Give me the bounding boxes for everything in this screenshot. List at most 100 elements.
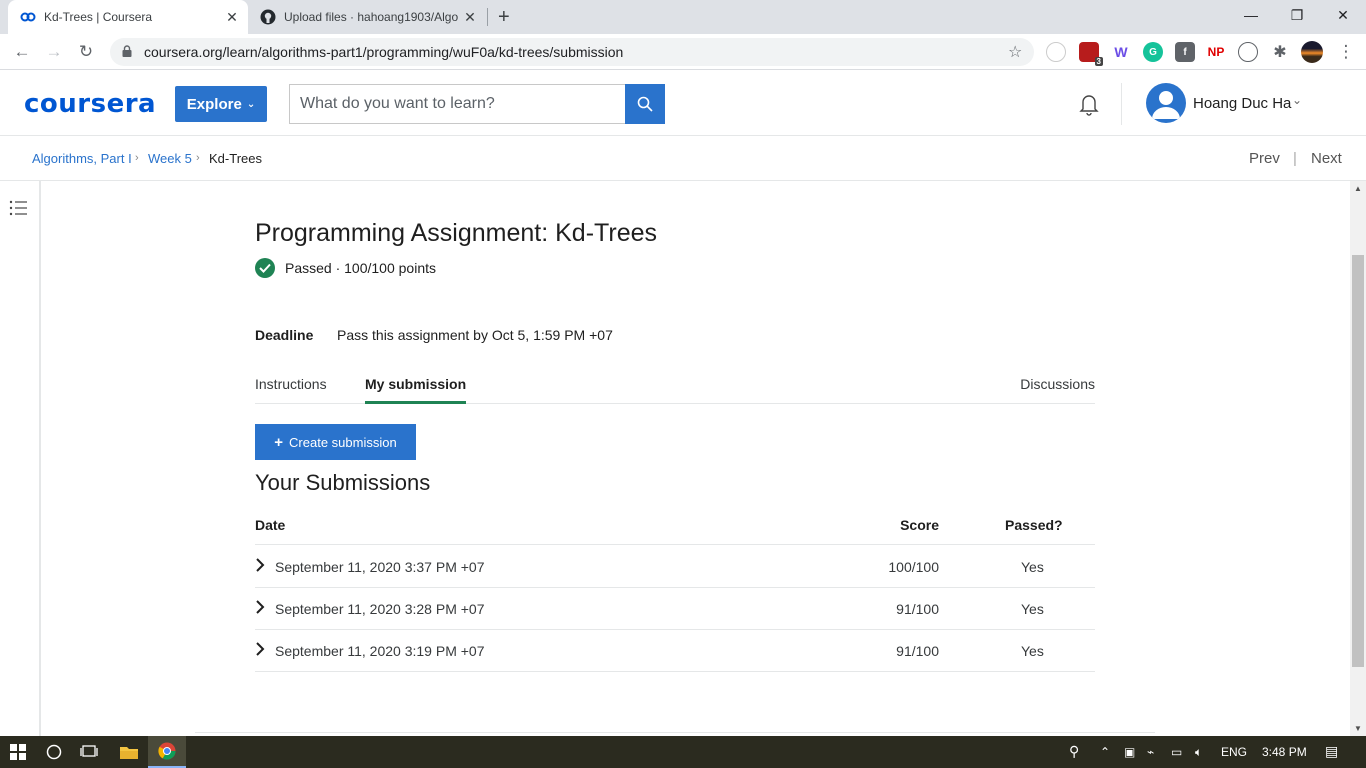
header-divider	[1121, 83, 1122, 125]
profile-avatar-icon[interactable]	[1301, 41, 1323, 63]
explore-button[interactable]: Explore ⌄	[175, 86, 267, 122]
back-arrow-icon[interactable]: ←	[10, 40, 34, 64]
lock-icon	[122, 44, 136, 60]
table-row[interactable]: September 11, 2020 3:37 PM +07 100/100 Y…	[255, 546, 1095, 588]
forward-arrow-icon[interactable]: →	[42, 40, 66, 64]
chrome-taskbar-icon[interactable]	[148, 736, 186, 768]
prevnext-divider: |	[1293, 150, 1297, 167]
windows-start-icon[interactable]	[0, 736, 36, 768]
antivirus-icon[interactable]: ▣	[1124, 745, 1135, 759]
file-explorer-icon[interactable]	[110, 736, 148, 768]
scroll-up-arrow-icon[interactable]: ▲	[1350, 184, 1366, 193]
maximize-button[interactable]: ❐	[1274, 0, 1320, 30]
bookmark-star-icon[interactable]: ☆	[1008, 42, 1034, 62]
deadline-label: Deadline	[255, 327, 314, 343]
status-line: Passed · 100/100 points	[255, 258, 436, 278]
table-row[interactable]: September 11, 2020 3:19 PM +07 91/100 Ye…	[255, 630, 1095, 672]
column-score: Score	[900, 517, 939, 533]
deadline-text: Pass this assignment by Oct 5, 1:59 PM +…	[337, 327, 613, 343]
facebook-icon[interactable]: f	[1175, 42, 1195, 62]
github-icon	[260, 9, 276, 25]
scrollbar-thumb[interactable]	[1352, 255, 1364, 667]
scroll-down-arrow-icon[interactable]: ▼	[1350, 724, 1366, 733]
tab-my-submission[interactable]: My submission	[365, 376, 467, 404]
dev-extension-icon[interactable]	[1238, 42, 1258, 62]
explore-label: Explore	[186, 95, 242, 113]
submission-date: September 11, 2020 3:19 PM +07	[275, 643, 485, 659]
submission-score: 91/100	[896, 643, 939, 659]
close-tab-icon[interactable]: ✕	[460, 9, 480, 26]
left-rail	[0, 181, 41, 736]
tab-instructions[interactable]: Instructions	[255, 376, 327, 392]
reload-icon[interactable]: ↻	[74, 40, 98, 64]
people-icon[interactable]: ⚲	[1069, 743, 1079, 760]
avatar[interactable]	[1146, 83, 1186, 123]
extension-badge-count: 3	[1094, 57, 1103, 66]
clock[interactable]: 3:48 PM	[1262, 745, 1307, 759]
coursera-icon	[20, 9, 36, 25]
puzzle-icon[interactable]: ✱	[1270, 42, 1290, 62]
search-circle-icon[interactable]	[38, 736, 70, 768]
search-input[interactable]: What do you want to learn?	[289, 84, 625, 124]
w-extension-icon[interactable]: W	[1111, 42, 1131, 62]
more-menu-icon[interactable]: ⋮	[1334, 40, 1358, 64]
new-tab-button[interactable]: +	[498, 6, 510, 29]
extension-badge-icon[interactable]: 3	[1079, 42, 1103, 66]
next-link[interactable]: Next	[1311, 150, 1342, 167]
status-text: Passed · 100/100 points	[285, 260, 436, 276]
breadcrumb-course[interactable]: Algorithms, Part I	[32, 151, 132, 166]
task-view-icon[interactable]	[72, 736, 106, 768]
submission-score: 91/100	[896, 601, 939, 617]
tab-divider	[487, 8, 488, 26]
content-divider	[195, 732, 1155, 733]
chevron-down-icon[interactable]: ⌄	[1292, 93, 1302, 107]
chevron-right-icon[interactable]	[255, 600, 265, 614]
tab-title: Upload files · hahoang1903/Algo	[284, 10, 459, 24]
url-text: coursera.org/learn/algorithms-part1/prog…	[144, 44, 624, 60]
close-tab-icon[interactable]: ✕	[222, 9, 242, 26]
chevron-right-icon[interactable]	[255, 642, 265, 656]
extension-circle-icon[interactable]	[1046, 42, 1066, 62]
volume-icon[interactable]: 🔈︎	[1195, 745, 1202, 760]
create-submission-button[interactable]: + Create submission	[255, 424, 416, 460]
browser-tab-coursera[interactable]: Kd-Trees | Coursera ✕	[8, 0, 248, 34]
browser-toolbar: ← → ↻ coursera.org/learn/algorithms-part…	[0, 34, 1366, 70]
search-button[interactable]	[625, 84, 665, 124]
breadcrumb-current: Kd-Trees	[209, 151, 262, 166]
minimize-button[interactable]: —	[1228, 0, 1274, 30]
table-row[interactable]: September 11, 2020 3:28 PM +07 91/100 Ye…	[255, 588, 1095, 630]
network-icon[interactable]: ▭	[1171, 745, 1182, 759]
address-bar[interactable]: coursera.org/learn/algorithms-part1/prog…	[110, 38, 1034, 66]
submission-passed: Yes	[1021, 643, 1044, 659]
tab-title: Kd-Trees | Coursera	[44, 10, 153, 24]
language-indicator[interactable]: ENG	[1221, 745, 1247, 759]
breadcrumb-week[interactable]: Week 5	[148, 151, 192, 166]
chevron-down-icon: ⌄	[246, 98, 256, 110]
submission-score: 100/100	[888, 559, 939, 575]
breadcrumb: Algorithms, Part I › Week 5 › Kd-Trees P…	[0, 136, 1366, 181]
check-circle-icon	[255, 258, 275, 278]
create-submission-label: Create submission	[289, 434, 397, 450]
coursera-logo[interactable]: coursera	[24, 89, 156, 119]
user-name[interactable]: Hoang Duc Ha	[1193, 95, 1291, 112]
browser-tab-strip: Kd-Trees | Coursera ✕ Upload files · hah…	[0, 0, 1366, 34]
prev-link[interactable]: Prev	[1249, 150, 1280, 167]
outline-menu-icon[interactable]	[9, 200, 27, 221]
np-icon[interactable]: NP	[1206, 42, 1226, 62]
plus-icon: +	[274, 433, 284, 451]
submission-date: September 11, 2020 3:28 PM +07	[275, 601, 485, 617]
power-icon[interactable]: ⌁	[1147, 745, 1154, 759]
submission-passed: Yes	[1021, 601, 1044, 617]
notifications-bell-icon[interactable]	[1076, 91, 1102, 117]
close-window-button[interactable]: ✕	[1320, 0, 1366, 30]
notification-center-icon[interactable]: ▤	[1325, 743, 1338, 760]
browser-tab-github[interactable]: Upload files · hahoang1903/Algo ✕	[250, 0, 486, 34]
assignment-tabs: Instructions My submission Discussions	[255, 371, 1095, 404]
submissions-table-header: Date Score Passed?	[255, 516, 1095, 545]
grammarly-icon[interactable]: G	[1143, 42, 1163, 62]
chevron-up-icon[interactable]: ⌃	[1100, 745, 1110, 759]
tab-discussions[interactable]: Discussions	[1020, 376, 1095, 392]
site-header: coursera Explore ⌄ What do you want to l…	[0, 71, 1366, 136]
page-title: Programming Assignment: Kd-Trees	[255, 219, 658, 247]
chevron-right-icon[interactable]	[255, 558, 265, 572]
